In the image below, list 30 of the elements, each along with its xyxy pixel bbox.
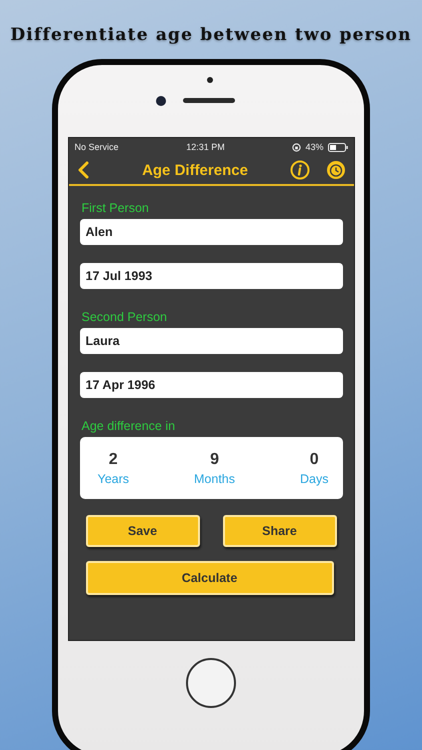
result-label: Age difference in xyxy=(82,419,176,433)
info-icon[interactable] xyxy=(290,160,310,180)
action-button[interactable]: Save xyxy=(86,515,200,547)
time-text: 12:31 PM xyxy=(186,142,225,152)
sensor-icon xyxy=(207,77,213,83)
result-value: 0 xyxy=(310,450,319,468)
result-value: 9 xyxy=(210,450,219,468)
result-unit: Days xyxy=(300,472,328,486)
rotation-lock-icon xyxy=(292,142,302,152)
name-field[interactable]: Alen xyxy=(80,219,342,245)
battery-icon xyxy=(328,142,348,152)
date-field[interactable]: 17 Apr 1996 xyxy=(80,372,342,398)
home-button[interactable] xyxy=(186,658,236,708)
back-icon[interactable] xyxy=(76,161,88,179)
battery-text: 43% xyxy=(305,142,324,152)
person-label: Second Person xyxy=(82,310,168,324)
result-unit: Months xyxy=(194,472,236,486)
carrier-text: No Service xyxy=(74,142,119,152)
speaker-icon xyxy=(183,98,235,103)
person-label: First Person xyxy=(82,201,150,215)
headline: Differentiate age between two person xyxy=(10,25,412,45)
result-unit: Years xyxy=(98,472,130,486)
camera-icon xyxy=(156,96,166,106)
result-value: 2 xyxy=(108,450,118,468)
date-field[interactable]: 17 Jul 1993 xyxy=(80,263,342,289)
name-field[interactable]: Laura xyxy=(80,328,342,354)
action-button[interactable]: Share xyxy=(222,515,336,547)
calculate-button[interactable]: Calculate xyxy=(86,561,334,595)
clock-icon[interactable] xyxy=(326,160,346,180)
screen-title: Age Difference xyxy=(141,162,249,178)
